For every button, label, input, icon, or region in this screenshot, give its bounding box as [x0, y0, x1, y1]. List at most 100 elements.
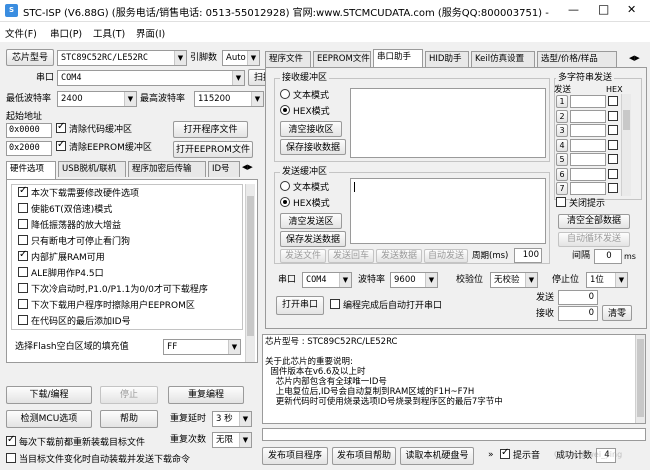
auto-loop-button[interactable]: 自动循环发送 [558, 232, 630, 247]
tab-eeprom-file[interactable]: EEPROM文件 [313, 51, 371, 67]
multi-send-row-button[interactable]: 4 [556, 138, 568, 152]
port-select[interactable]: COM4 ▼ [57, 70, 245, 86]
reload-checkbox[interactable]: 每次下载前都重新装载目标文件 [6, 434, 145, 450]
scrollbar-thumb[interactable] [623, 110, 630, 130]
send-file-button[interactable]: 发送文件 [280, 249, 326, 263]
multi-send-row-button[interactable]: 5 [556, 153, 568, 166]
option-3[interactable]: 只有断电才可停止看门狗 [18, 235, 130, 249]
min-baud-select[interactable]: 2400 ▼ [57, 91, 137, 107]
tab-hardware-options[interactable]: 硬件选项 [6, 161, 56, 179]
option-8[interactable]: 在代码区的最后添加ID号 [18, 315, 131, 329]
option-0[interactable]: 本次下载需要修改硬件选项 [18, 185, 139, 201]
tab-serial-assistant[interactable]: 串口助手 [373, 49, 423, 67]
open-program-button[interactable]: 打开程序文件 [173, 121, 248, 138]
receive-textarea[interactable] [350, 88, 546, 158]
tab-program-file[interactable]: 程序文件 [265, 51, 311, 67]
tab-scroll-arrows[interactable]: ◀▶ [629, 54, 640, 62]
multi-send-hex-checkbox[interactable] [608, 154, 618, 164]
download-button[interactable]: 下载/编程 [6, 386, 92, 404]
scrollbar-thumb[interactable] [247, 196, 254, 336]
auto-send-button[interactable]: 自动发送 [424, 249, 468, 263]
clear-eeprom-checkbox[interactable]: 清除EEPROM缓冲区 [56, 139, 152, 155]
auto-load-checkbox[interactable]: 当目标文件变化时自动装载并发送下载命令 [6, 453, 190, 467]
recv-hex-mode-radio[interactable]: HEX模式 [280, 105, 330, 119]
send-data-button[interactable]: 发送数据 [376, 249, 422, 263]
multi-send-scrollbar[interactable] [621, 94, 631, 196]
multi-send-hex-checkbox[interactable] [608, 110, 618, 121]
option-5[interactable]: ALE脚用作P4.5口 [18, 267, 104, 281]
interval-input[interactable]: 0 [594, 249, 622, 264]
multi-send-row-button[interactable]: 2 [556, 109, 568, 123]
code-address-input[interactable]: 0x0000 [6, 123, 52, 138]
tab-hid-assistant[interactable]: HID助手 [425, 51, 469, 67]
send-textarea[interactable] [350, 178, 546, 244]
multi-send-row-input[interactable] [570, 138, 606, 152]
tab-keil-settings[interactable]: Keil仿真设置 [471, 51, 535, 67]
chip-label-button[interactable]: 芯片型号 [6, 49, 54, 66]
menu-file[interactable]: 文件(F) [5, 26, 37, 40]
period-input[interactable]: 100 [514, 248, 542, 263]
close-icon[interactable]: ✕ [627, 3, 636, 16]
multi-send-row-input[interactable] [570, 182, 606, 195]
multi-send-hex-checkbox[interactable] [608, 96, 618, 106]
menu-port[interactable]: 串口(P) [50, 26, 82, 40]
publish-program-button[interactable]: 发布项目程序 [262, 447, 328, 465]
clear-count-button[interactable]: 清零 [602, 305, 632, 321]
send-hex-mode-radio[interactable]: HEX模式 [280, 197, 330, 211]
option-7[interactable]: 下次下载用户程序时擦除用户EEPROM区 [18, 299, 195, 313]
serial-port-select[interactable]: COM4 ▼ [302, 272, 352, 288]
multi-send-hex-checkbox[interactable] [608, 168, 618, 179]
clear-all-button[interactable]: 清空全部数据 [558, 214, 630, 229]
save-send-button[interactable]: 保存发送数据 [280, 231, 346, 247]
multi-send-hex-checkbox[interactable] [608, 183, 618, 193]
maximize-icon[interactable]: □ [598, 2, 609, 16]
option-6[interactable]: 下次冷启动时,P1.0/P1.1为0/0才可下载程序 [18, 283, 208, 297]
multi-send-row-button[interactable]: 3 [556, 124, 568, 137]
repeat-delay-select[interactable]: 3 秒 ▼ [212, 411, 252, 427]
multi-send-hex-checkbox[interactable] [608, 125, 618, 135]
eeprom-address-input[interactable]: 0x2000 [6, 141, 52, 156]
parity-select[interactable]: 无校验 ▼ [490, 272, 538, 288]
max-baud-select[interactable]: 115200 ▼ [194, 91, 264, 107]
option-1[interactable]: 使能6T(双倍速)模式 [18, 203, 112, 217]
chip-select[interactable]: STC89C52RC/LE52RC ▼ [57, 50, 187, 66]
read-disk-button[interactable]: 读取本机硬盘号 [400, 447, 474, 465]
tab-selection-price[interactable]: 选型/价格/样品 [537, 51, 617, 67]
clear-receive-button[interactable]: 清空接收区 [280, 121, 342, 137]
multi-send-row-input[interactable] [570, 109, 606, 123]
baud-select[interactable]: 9600 ▼ [390, 272, 438, 288]
multi-send-row-button[interactable]: 6 [556, 167, 568, 181]
send-text-mode-radio[interactable]: 文本模式 [280, 181, 329, 195]
tip-sound-checkbox[interactable]: 提示音 [500, 447, 540, 463]
multi-send-row-button[interactable]: 1 [556, 95, 568, 108]
menu-tools[interactable]: 工具(T) [93, 26, 125, 40]
multi-send-hex-checkbox[interactable] [608, 139, 618, 150]
tab-encrypted-transfer[interactable]: 程序加密后传输 [128, 161, 206, 177]
reprogram-button[interactable]: 重复编程 [168, 386, 244, 404]
multi-send-row-input[interactable] [570, 95, 606, 108]
publish-help-button[interactable]: 发布项目帮助 [332, 447, 396, 465]
close-tip-checkbox[interactable]: 关闭提示 [556, 197, 605, 211]
pins-select[interactable]: Auto ▼ [222, 50, 260, 66]
clear-send-button[interactable]: 清空发送区 [280, 213, 342, 229]
scrollbar-thumb[interactable] [637, 339, 644, 417]
send-return-button[interactable]: 发送回车 [328, 249, 374, 263]
multi-send-row-button[interactable]: 7 [556, 182, 568, 195]
tab-usb-offline[interactable]: USB脱机/联机 [58, 161, 126, 177]
option-2[interactable]: 降低振荡器的放大增益 [18, 219, 121, 233]
options-scrollbar[interactable] [245, 184, 255, 362]
minimize-icon[interactable]: — [568, 3, 579, 16]
multi-send-row-input[interactable] [570, 124, 606, 137]
clear-code-checkbox[interactable]: 清除代码缓冲区 [56, 121, 132, 137]
save-receive-button[interactable]: 保存接收数据 [280, 139, 346, 155]
info-scrollbar[interactable] [635, 335, 645, 423]
stop-button[interactable]: 停止 [100, 386, 158, 404]
multi-send-row-input[interactable] [570, 153, 606, 166]
multi-send-row-input[interactable] [570, 167, 606, 181]
recv-text-mode-radio[interactable]: 文本模式 [280, 89, 329, 103]
tab-scroll-arrows[interactable]: ◀▶ [242, 163, 253, 171]
help-button[interactable]: 帮助 [100, 410, 158, 428]
open-eeprom-button[interactable]: 打开EEPROM文件 [173, 141, 253, 158]
menu-view[interactable]: 界面(I) [136, 26, 165, 40]
open-port-button[interactable]: 打开串口 [276, 296, 324, 315]
